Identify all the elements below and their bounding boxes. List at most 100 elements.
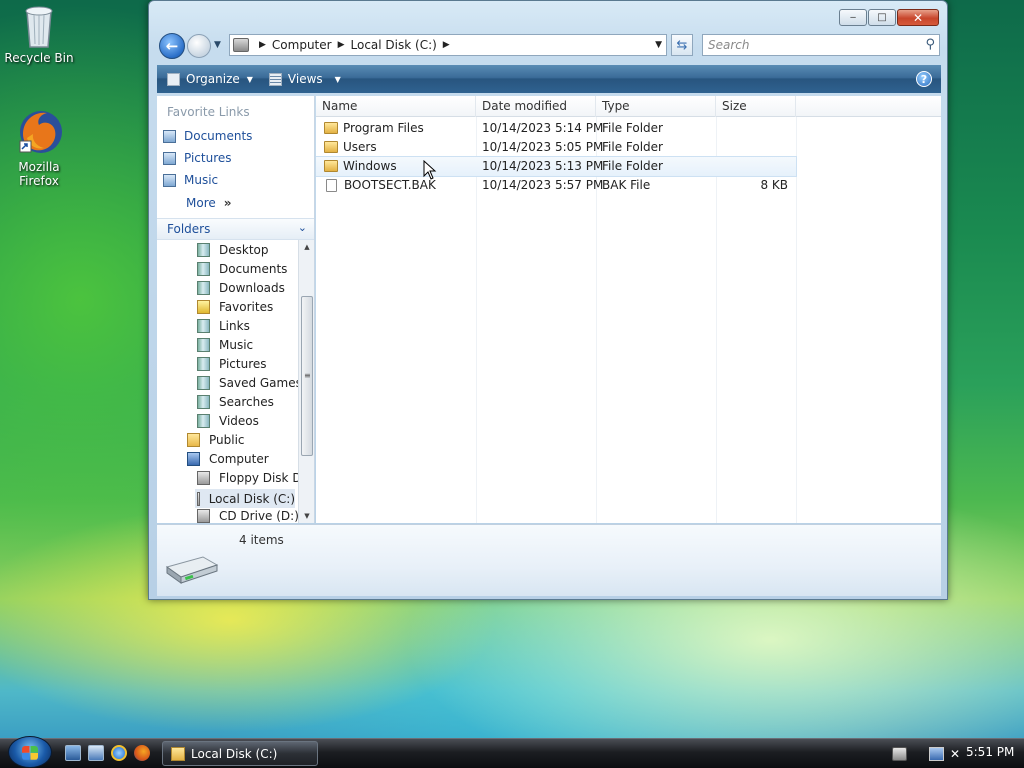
tree-item-music[interactable]: Music [197,338,253,352]
column-date-modified[interactable]: Date modified [476,96,596,117]
taskbar-button-local-disk[interactable]: Local Disk (C:) [162,741,318,766]
file-type: File Folder [602,121,663,135]
internet-explorer-button[interactable] [111,745,127,761]
folders-scrollbar[interactable]: ▲ ≡ ▼ [298,240,314,523]
file-type: File Folder [602,159,663,173]
minimize-button[interactable]: ‒ [839,9,867,26]
recent-pages-dropdown[interactable]: ▼ [214,40,221,50]
file-name: Program Files [343,121,424,135]
tree-item-favorites[interactable]: Favorites [197,300,273,314]
start-button[interactable] [8,736,52,768]
table-row[interactable]: Program Files 10/14/2023 5:14 PM File Fo… [316,119,796,138]
tree-item-label: Links [219,319,250,333]
refresh-icon: ⇆ [676,37,688,53]
tree-item-downloads[interactable]: Downloads [197,281,285,295]
show-desktop-button[interactable] [65,745,81,761]
tree-item-videos[interactable]: Videos [197,414,259,428]
organize-button[interactable]: Organize ▼ [167,72,253,86]
hard-drive-icon [197,491,200,506]
search-input[interactable]: Search ⚲ [702,34,940,56]
firefox-quick-launch-button[interactable] [134,745,150,761]
views-icon [268,72,282,86]
column-date-label: Date modified [482,99,568,113]
search-icon[interactable]: ⚲ [925,37,935,52]
folders-header[interactable]: Folders ⌄ [157,218,314,240]
mouse-pointer-icon [423,160,437,180]
close-button[interactable]: ✕ [897,9,939,26]
tree-item-desktop[interactable]: Desktop [197,243,269,257]
breadcrumb-local-disk[interactable]: Local Disk (C:) [351,38,437,52]
refresh-button[interactable]: ⇆ [671,34,693,56]
breadcrumb-separator-icon[interactable]: ▶ [259,40,266,50]
desktop-icon-firefox[interactable]: Mozilla Firefox [1,108,77,188]
firefox-icon [17,108,62,156]
favorite-link-music[interactable]: Music [163,173,218,187]
table-row[interactable]: Windows 10/14/2023 5:13 PM File Folder [316,156,797,177]
address-bar[interactable]: ▶ Computer ▶ Local Disk (C:) ▶ ▼ [229,34,667,56]
floppy-drive-icon [197,471,210,485]
tree-item-cd-drive[interactable]: CD Drive (D:) [197,509,299,523]
help-button[interactable]: ? [916,71,932,87]
tree-item-label: Music [219,338,254,352]
breadcrumb-separator-icon[interactable]: ▶ [338,40,345,50]
more-links[interactable]: More » [186,196,232,210]
scroll-down-icon[interactable]: ▼ [299,509,314,523]
file-name: Windows [343,159,397,173]
favorite-link-pictures[interactable]: Pictures [163,151,232,165]
command-bar: Organize ▼ Views ▼ ? [157,65,941,93]
column-size[interactable]: Size [716,96,796,117]
folder-icon [171,746,185,761]
switch-windows-button[interactable] [88,745,104,761]
folder-icon [324,122,338,134]
tree-item-floppy[interactable]: Floppy Disk Dr [197,471,307,485]
pictures-folder-icon [163,151,176,165]
tree-item-computer[interactable]: Computer [187,452,269,466]
taskbar-button-label: Local Disk (C:) [191,746,278,761]
desktop-icon-recycle-bin[interactable]: Recycle Bin [1,3,77,65]
computer-icon [187,452,200,466]
clock[interactable]: 5:51 PM [966,745,1014,759]
favorite-link-documents[interactable]: Documents [163,129,252,143]
forward-button[interactable] [187,34,211,58]
tree-item-saved-games[interactable]: Saved Games [197,376,302,390]
column-type[interactable]: Type [596,96,716,117]
table-row[interactable]: Users 10/14/2023 5:05 PM File Folder [316,138,796,157]
column-name[interactable]: Name ^ [316,96,476,117]
tree-item-pictures[interactable]: Pictures [197,357,267,371]
chevron-down-icon: ▼ [246,74,253,84]
navigation-bar: ← ▼ ▶ Computer ▶ Local Disk (C:) ▶ ▼ ⇆ S… [157,31,940,61]
folder-special-icon [197,319,210,333]
table-row[interactable]: BOOTSECT.BAK 10/14/2023 5:57 PM BAK File… [316,176,796,195]
tree-item-documents[interactable]: Documents [197,262,287,276]
windows-logo-icon [22,746,38,760]
tree-item-label: Videos [219,414,259,428]
safely-remove-hardware-icon[interactable] [892,746,907,761]
tree-item-links[interactable]: Links [197,319,250,333]
views-button[interactable]: Views ▼ [268,72,341,86]
recycle-bin-icon [17,3,61,48]
help-icon: ? [920,72,928,86]
scrollbar-thumb[interactable]: ≡ [301,296,313,456]
network-icon[interactable] [929,746,944,761]
grip-icon: ≡ [304,371,311,380]
file-type: File Folder [602,140,663,154]
volume-muted-icon[interactable]: ✕ [950,747,966,761]
file-name: Users [343,140,377,154]
breadcrumb-computer[interactable]: Computer [272,38,332,52]
file-date: 10/14/2023 5:13 PM [482,159,604,173]
tree-item-label: Favorites [219,300,274,314]
back-button[interactable]: ← [159,33,185,59]
tree-item-searches[interactable]: Searches [197,395,274,409]
item-count: 4 items [239,533,284,547]
file-name: BOOTSECT.BAK [344,178,436,192]
scroll-up-icon[interactable]: ▲ [299,240,314,254]
double-chevron-right-icon: » [223,196,232,210]
tree-item-local-disk[interactable]: Local Disk (C:) [195,489,295,508]
address-dropdown-icon[interactable]: ▼ [655,40,662,50]
folder-icon [187,433,200,447]
tree-item-public[interactable]: Public [187,433,245,447]
folder-special-icon [197,243,210,257]
maximize-button[interactable]: □ [868,9,896,26]
chevron-down-icon: ▼ [214,40,221,50]
breadcrumb-separator-icon[interactable]: ▶ [443,40,450,50]
